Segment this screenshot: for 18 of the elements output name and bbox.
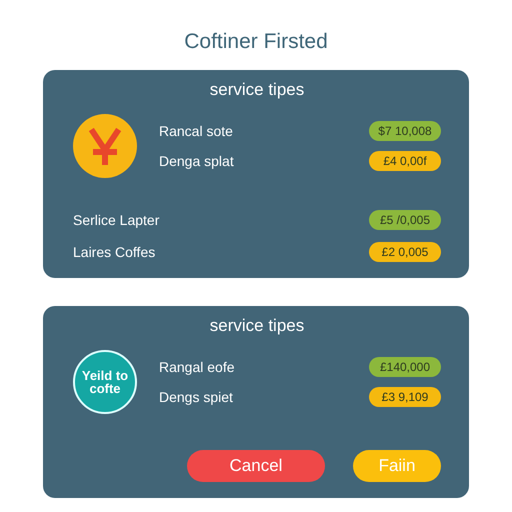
page-title: Coftiner Firsted (184, 30, 328, 54)
row-label: Laires Coffes (73, 244, 156, 260)
amount-badge: £5 /0,005 (369, 210, 441, 230)
row-label: Denga splat (159, 153, 234, 169)
amount-badge: £140,000 (369, 357, 441, 377)
row-label: Rangal eofe (159, 359, 235, 375)
amount-badge: £4 0,00f (369, 151, 441, 171)
yen-coin-icon (73, 114, 137, 178)
amount-badge: £2 0,005 (369, 242, 441, 262)
row-label: Rancal sote (159, 123, 233, 139)
row-label: Serlice Lapter (73, 212, 160, 228)
card-title: service tipes (208, 80, 306, 100)
cancel-button[interactable]: Cancel (187, 450, 325, 482)
amount-badge: $7 10,008 (369, 121, 441, 141)
amount-badge: £3 9,109 (369, 387, 441, 407)
round-badge: Yeild to cofte (73, 350, 137, 414)
card-title: service tipes (208, 316, 306, 336)
row-label: Dengs spiet (159, 389, 233, 405)
